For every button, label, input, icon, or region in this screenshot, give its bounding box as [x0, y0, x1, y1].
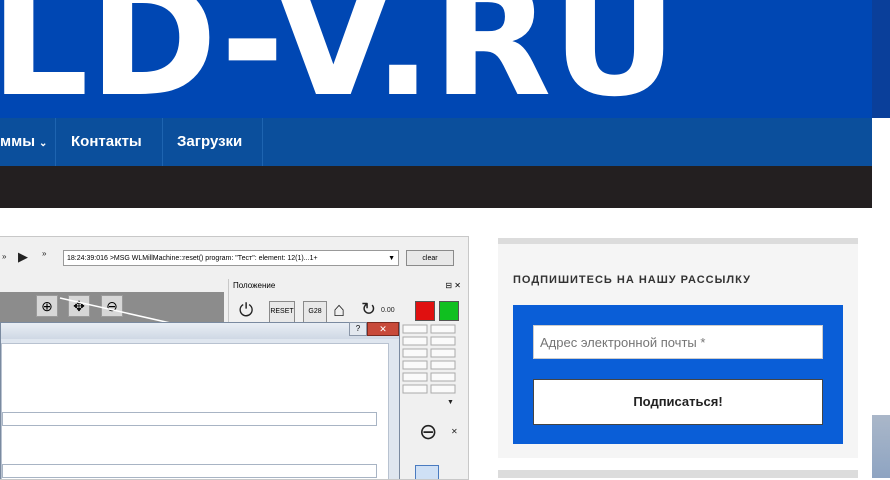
toolbar-overflow-icon: »	[2, 252, 7, 261]
dialog-window: ? ✕	[0, 322, 400, 479]
chevron-down-icon: ⌄	[39, 138, 48, 149]
play-icon: ▶	[18, 249, 28, 264]
subscribe-form: Подписаться!	[513, 305, 843, 444]
email-field[interactable]	[533, 325, 823, 359]
nav-item-downloads[interactable]: Загрузки	[177, 118, 242, 166]
newsletter-widget: ПОДПИШИТЕСЬ НА НАШУ РАССЫЛКУ Подписаться…	[498, 238, 858, 458]
widget-title: ПОДПИШИТЕСЬ НА НАШУ РАССЫЛКУ	[513, 274, 751, 286]
home-icon: ⌂	[333, 299, 346, 321]
secondary-bar	[0, 166, 872, 208]
site-logo[interactable]: LD-V.RU	[0, 0, 810, 114]
help-icon: ?	[349, 322, 367, 336]
g28-button: G28	[303, 301, 327, 323]
subscribe-button[interactable]: Подписаться!	[533, 379, 823, 425]
site-header: LD-V.RU	[0, 0, 872, 118]
power-icon: ⏻	[239, 300, 254, 320]
stop-indicator	[415, 301, 435, 321]
nav-item-contacts[interactable]: Контакты	[71, 118, 142, 166]
nav-item-programs[interactable]: ммы ⌄	[0, 118, 47, 166]
run-indicator	[439, 301, 459, 321]
jog-dial-icon: ⊖	[419, 419, 438, 444]
dialog-field	[2, 412, 377, 426]
article-screenshot: » ▶ » 18:24:39:016 >MSG WLMillMachine::r…	[0, 236, 469, 480]
logo-text: LD-V.RU	[0, 0, 677, 114]
toolbar-overflow-icon: »	[42, 249, 47, 258]
refresh-icon: ↻	[361, 299, 377, 319]
dialog-field	[2, 464, 377, 478]
main-nav: ммы ⌄ Контакты Загрузки	[0, 118, 872, 166]
page-gutter	[872, 0, 890, 478]
background-photo	[872, 415, 890, 478]
next-widget	[498, 470, 858, 478]
close-icon: ✕	[451, 427, 458, 436]
reset-button: RESET	[269, 301, 295, 323]
log-combo: 18:24:39:016 >MSG WLMillMachine::reset()…	[63, 250, 399, 266]
dropdown-arrow-icon: ▼	[447, 399, 454, 406]
dropdown-arrow-icon: ▼	[388, 255, 395, 262]
clear-button: clear	[406, 250, 454, 266]
close-icon: ✕	[367, 322, 399, 336]
